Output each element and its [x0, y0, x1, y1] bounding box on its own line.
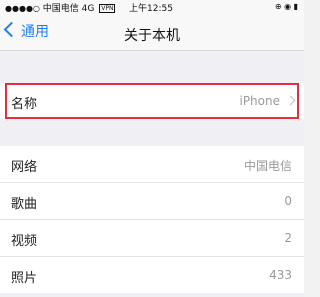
songs-label: 歌曲	[11, 197, 38, 212]
network-label: 网络	[11, 160, 38, 175]
list-item-photos: 照片 433	[0, 257, 304, 293]
carrier-name: 中国电信	[42, 4, 79, 14]
videos-value: 2	[284, 231, 292, 245]
about-phone-screen: ●●●●○ 中国电信 4G VPN 上午12:55 ⊕ ◉ ▮ 通用 关于本机 …	[0, 0, 304, 297]
songs-value: 0	[284, 194, 292, 208]
status-right-icons: ⊕ ◉ ▮	[274, 2, 298, 11]
name-row[interactable]: 名称 iPhone	[0, 83, 304, 119]
vpn-icon: VPN	[99, 4, 116, 13]
list-item-songs: 歌曲 0	[0, 183, 304, 220]
signal-strength-icon: ●●●●○	[5, 4, 40, 13]
photos-value: 433	[269, 268, 292, 282]
status-time: 上午12:55	[129, 4, 173, 14]
page-title: 关于本机	[124, 28, 180, 44]
list-item-videos: 视频 2	[0, 220, 304, 257]
name-value: iPhone	[239, 94, 280, 108]
info-group: 网络 中国电信 歌曲 0 视频 2 照片 433	[0, 146, 304, 293]
navigation-bar: 通用 关于本机	[0, 14, 304, 51]
network-value: 中国电信	[243, 159, 292, 173]
network-type: 4G	[81, 4, 95, 14]
list-item-network: 网络 中国电信	[0, 146, 304, 183]
photos-label: 照片	[11, 271, 38, 286]
chevron-right-icon	[285, 95, 296, 106]
name-group: 名称 iPhone	[0, 83, 304, 119]
status-left: ●●●●○ 中国电信 4G VPN	[5, 1, 116, 14]
name-label: 名称	[11, 97, 38, 112]
status-bar: ●●●●○ 中国电信 4G VPN 上午12:55 ⊕ ◉ ▮	[0, 0, 304, 14]
videos-label: 视频	[11, 234, 38, 249]
